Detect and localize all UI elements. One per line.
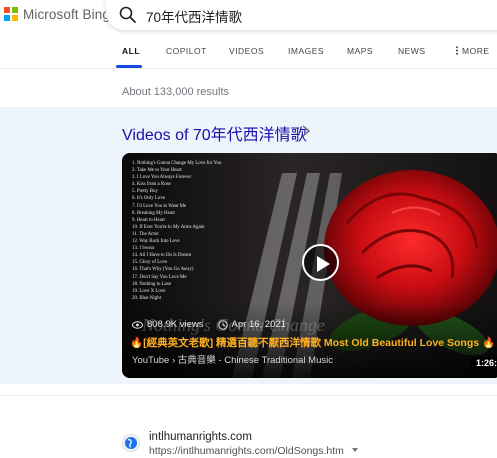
header: Microsoft Bing 70年代西洋情歌 ALL COPILOT VIDE… <box>0 0 497 70</box>
play-button[interactable] <box>302 244 339 281</box>
caret-down-icon[interactable] <box>351 447 359 453</box>
song-list-item: 15. Glory of Love <box>132 260 168 266</box>
song-list-item: 8. Breaking My Heart <box>132 210 175 216</box>
song-list-item: 11. The Actor <box>132 231 159 237</box>
song-list-item: 16. That's Why (You Go Away) <box>132 267 194 273</box>
tab-more[interactable]: MORE <box>455 46 490 56</box>
song-list-item: 2. Take Me to Your Heart <box>132 168 182 174</box>
search-box[interactable]: 70年代西洋情歌 <box>106 0 497 30</box>
logo-text: Microsoft Bing <box>23 6 110 22</box>
song-list-item: 1. Nothing's Gonna Change My Love for Yo… <box>132 161 222 166</box>
tab-copilot[interactable]: COPILOT <box>166 46 207 56</box>
video-card[interactable]: Nothing's Gonna Change 1. Nothing's Gonn… <box>122 153 497 378</box>
view-count: 808.9K views <box>147 319 204 330</box>
more-label: MORE <box>462 46 490 56</box>
search-input[interactable]: 70年代西洋情歌 <box>146 6 242 26</box>
result-url-text: https://intlhumanrights.com/OldSongs.htm <box>149 445 344 457</box>
song-list-item: 3. I Love You Always Forever <box>132 175 192 181</box>
tab-videos[interactable]: VIDEOS <box>229 46 264 56</box>
result-url[interactable]: https://intlhumanrights.com/OldSongs.htm <box>149 445 359 457</box>
song-list-item: 14. All I Have to Do Is Dream <box>132 253 192 259</box>
song-list-item: 7. I'd Love You to Want Me <box>132 203 187 209</box>
video-title-text: [經典英文老歌] 精選百聽不厭西洋情歌 Most Old Beautiful L… <box>143 337 480 349</box>
bing-logo[interactable]: Microsoft Bing <box>4 6 110 22</box>
clock-icon <box>217 319 228 330</box>
nav-divider <box>0 68 497 69</box>
song-list-item: 12. Way Back Into Love <box>132 239 180 245</box>
fire-icon: 🔥 <box>130 337 144 349</box>
song-list-item: 10. If Ever You're in My Arms Again <box>132 224 205 230</box>
song-list-item: 4. Kiss from a Rose <box>132 182 171 188</box>
results-count: About 133,000 results <box>122 86 230 98</box>
video-source[interactable]: YouTube › 古典音樂 - Chinese Traditional Mus… <box>132 352 333 366</box>
song-list-item: 6. It's Only Love <box>132 196 165 202</box>
globe-icon <box>122 434 140 452</box>
eye-icon <box>132 320 143 329</box>
tab-all[interactable]: ALL <box>122 46 140 56</box>
tab-news[interactable]: NEWS <box>398 46 426 56</box>
nav-tabs: ALL COPILOT VIDEOS IMAGES MAPS NEWS MORE <box>0 38 497 68</box>
song-list-item: 9. Heart to Heart <box>132 217 165 223</box>
song-list-item: 13. I Swear <box>132 246 155 252</box>
tab-maps[interactable]: MAPS <box>347 46 373 56</box>
search-icon[interactable] <box>118 5 138 25</box>
more-dots-icon <box>456 46 458 55</box>
microsoft-logo-icon <box>4 7 18 21</box>
song-list-item: 20. Blue Night <box>132 295 161 301</box>
song-list-item: 17. Don't Say You Love Me <box>132 274 187 280</box>
duration-badge: 1:26: <box>471 357 497 369</box>
tab-images[interactable]: IMAGES <box>288 46 324 56</box>
fire-icon: 🔥 <box>482 337 496 349</box>
upload-date: Apr 16, 2021 <box>231 319 286 330</box>
section-divider <box>0 395 497 396</box>
song-list-item: 5. Pretty Boy <box>132 189 158 195</box>
song-list-item: 19. Love X Love <box>132 288 166 294</box>
videos-heading[interactable]: Videos of 70年代西洋情歌 <box>122 121 307 145</box>
videos-panel: Videos of 70年代西洋情歌 1. Nothing's Gonna Ch… <box>0 107 497 384</box>
song-list-item: 18. Nothing to Lose <box>132 281 172 287</box>
song-list: 1. Nothing's Gonna Change My Love for Yo… <box>132 160 221 302</box>
chevron-right-icon[interactable] <box>301 125 311 137</box>
video-meta: 808.9K views Apr 16, 2021 <box>132 319 286 330</box>
video-title[interactable]: 🔥[經典英文老歌] 精選百聽不厭西洋情歌 Most Old Beautiful … <box>130 335 495 350</box>
play-icon <box>317 256 330 272</box>
result-site-name[interactable]: intlhumanrights.com <box>149 431 252 443</box>
